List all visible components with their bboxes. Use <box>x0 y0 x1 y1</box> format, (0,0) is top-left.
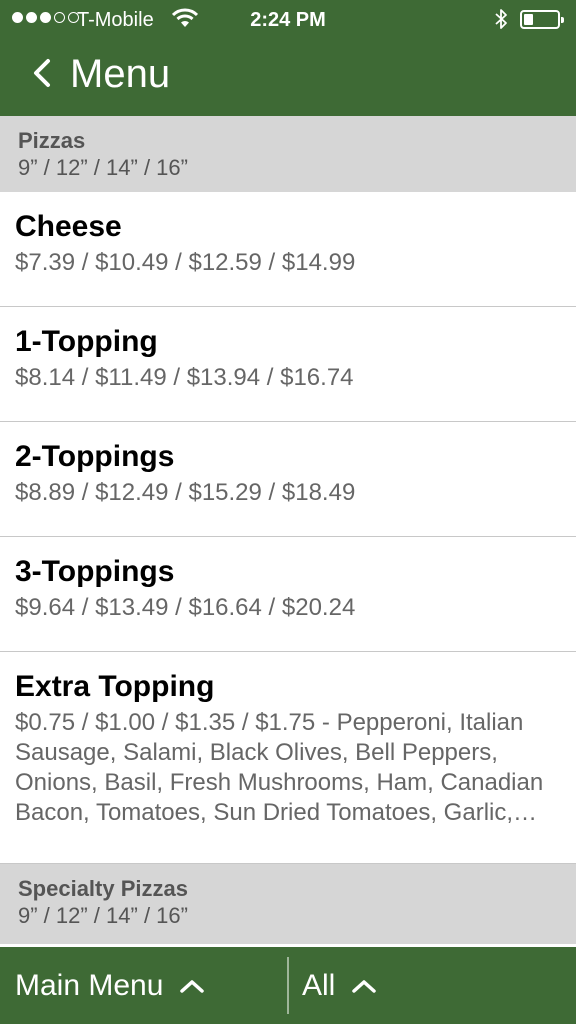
menu-item-cheese[interactable]: Cheese $7.39 / $10.49 / $12.59 / $14.99 <box>0 192 576 307</box>
battery-level <box>524 14 533 25</box>
chevron-up-icon <box>352 979 377 993</box>
main-menu-label: Main Menu <box>15 968 164 1002</box>
section-sizes: 9” / 12” / 14” / 16” <box>18 903 188 928</box>
menu-item-3-toppings[interactable]: 3-Toppings $9.64 / $13.49 / $16.64 / $20… <box>0 537 576 652</box>
bluetooth-icon <box>495 9 507 29</box>
chevron-up-icon <box>180 979 205 993</box>
item-name: 1-Topping <box>15 325 158 358</box>
battery-icon <box>520 10 564 29</box>
battery-tip <box>561 17 564 23</box>
status-time: 2:24 PM <box>250 9 326 31</box>
main-menu-button[interactable]: Main Menu <box>15 947 205 1024</box>
item-name: 3-Toppings <box>15 555 175 588</box>
page-title: Menu <box>70 52 171 96</box>
section-sizes: 9” / 12” / 14” / 16” <box>18 155 188 180</box>
item-price: $8.14 / $11.49 / $13.94 / $16.74 <box>15 364 354 391</box>
all-filter-button[interactable]: All <box>302 947 377 1024</box>
item-price: $9.64 / $13.49 / $16.64 / $20.24 <box>15 594 356 621</box>
menu-item-1-topping[interactable]: 1-Topping $8.14 / $11.49 / $13.94 / $16.… <box>0 307 576 422</box>
chevron-left-icon[interactable] <box>30 55 54 91</box>
item-name: Extra Topping <box>15 670 215 703</box>
item-price: $0.75 / $1.00 / $1.35 / $1.75 - Pepperon… <box>15 709 544 826</box>
item-price: $7.39 / $10.49 / $12.59 / $14.99 <box>15 249 356 276</box>
status-bar: T-Mobile 2:24 PM <box>0 0 576 40</box>
item-name: 2-Toppings <box>15 440 175 473</box>
tab-divider <box>287 957 289 1014</box>
section-header-specialty-pizzas: Specialty Pizzas 9” / 12” / 14” / 16” <box>0 864 576 944</box>
item-price: $8.89 / $12.49 / $15.29 / $18.49 <box>15 479 356 506</box>
menu-item-extra-topping[interactable]: Extra Topping $0.75 / $1.00 / $1.35 / $1… <box>0 652 576 864</box>
item-name: Cheese <box>15 210 122 243</box>
all-label: All <box>302 968 336 1002</box>
top-bar: T-Mobile 2:24 PM Menu <box>0 0 576 116</box>
section-title: Pizzas <box>18 128 86 153</box>
section-title: Specialty Pizzas <box>18 876 188 901</box>
menu-item-2-toppings[interactable]: 2-Toppings $8.89 / $12.49 / $15.29 / $18… <box>0 422 576 537</box>
section-header-pizzas: Pizzas 9” / 12” / 14” / 16” <box>0 116 576 192</box>
bottom-tab-bar: Main Menu All <box>0 944 576 1024</box>
